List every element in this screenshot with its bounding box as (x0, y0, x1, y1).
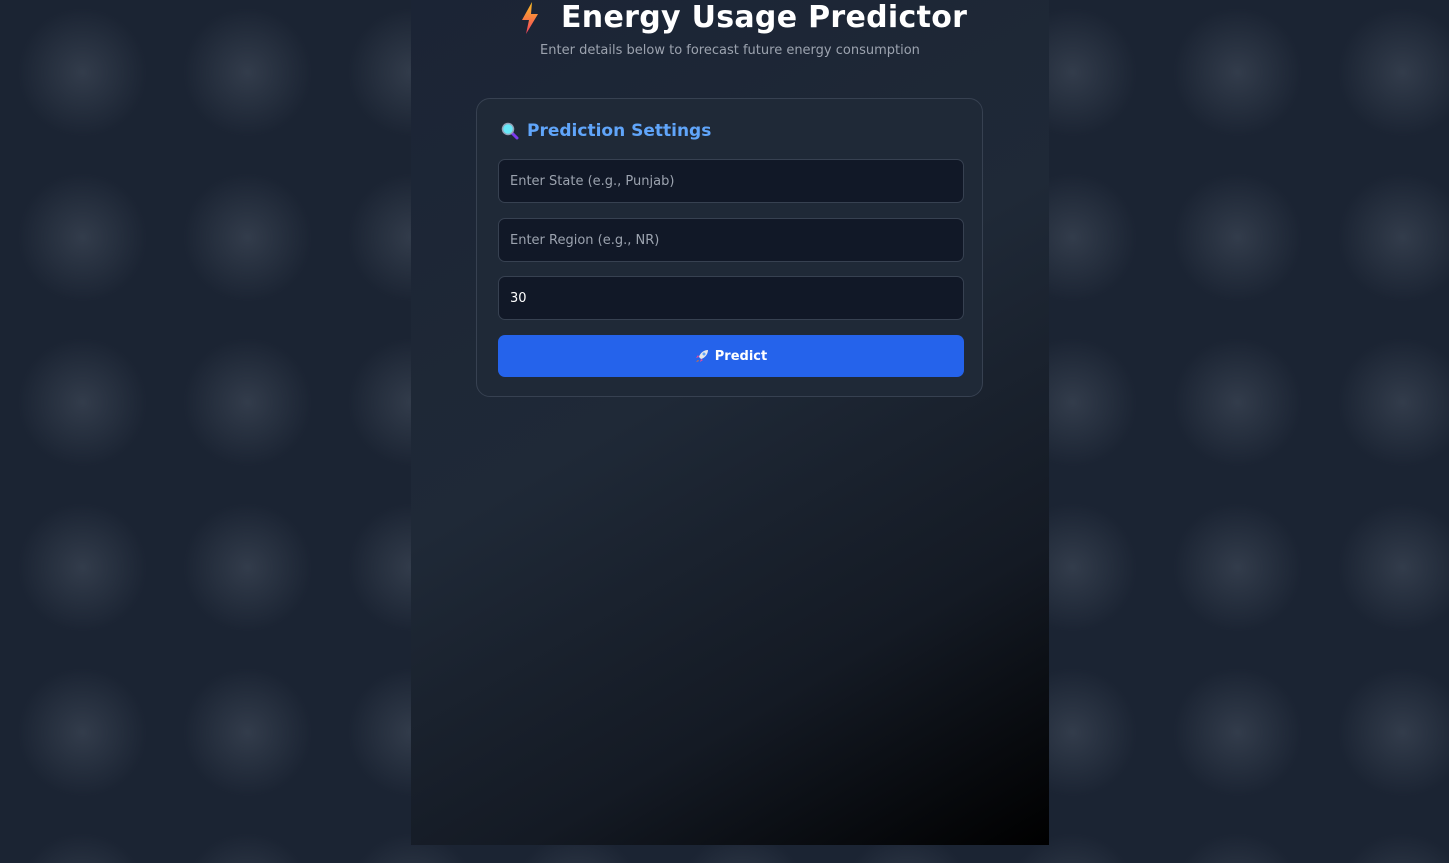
days-input[interactable] (498, 276, 964, 320)
subtitle: Enter details below to forecast future e… (540, 43, 920, 58)
app-panel: Energy Usage Predictor Enter details bel… (411, 0, 1049, 845)
page-title: Energy Usage Predictor (521, 0, 967, 35)
lightning-bolt-icon (522, 1, 538, 34)
predict-button[interactable]: Predict (498, 335, 964, 377)
state-input[interactable] (498, 159, 964, 203)
region-input[interactable] (498, 218, 964, 262)
card-title: Prediction Settings (501, 121, 711, 141)
card-title-text: Prediction Settings (527, 121, 712, 141)
rocket-icon (695, 350, 708, 362)
prediction-settings-card: Prediction Settings Predict (476, 98, 983, 397)
magnifier-icon (501, 122, 519, 140)
predict-button-label: Predict (714, 348, 768, 364)
title-text: Energy Usage Predictor (561, 0, 968, 35)
